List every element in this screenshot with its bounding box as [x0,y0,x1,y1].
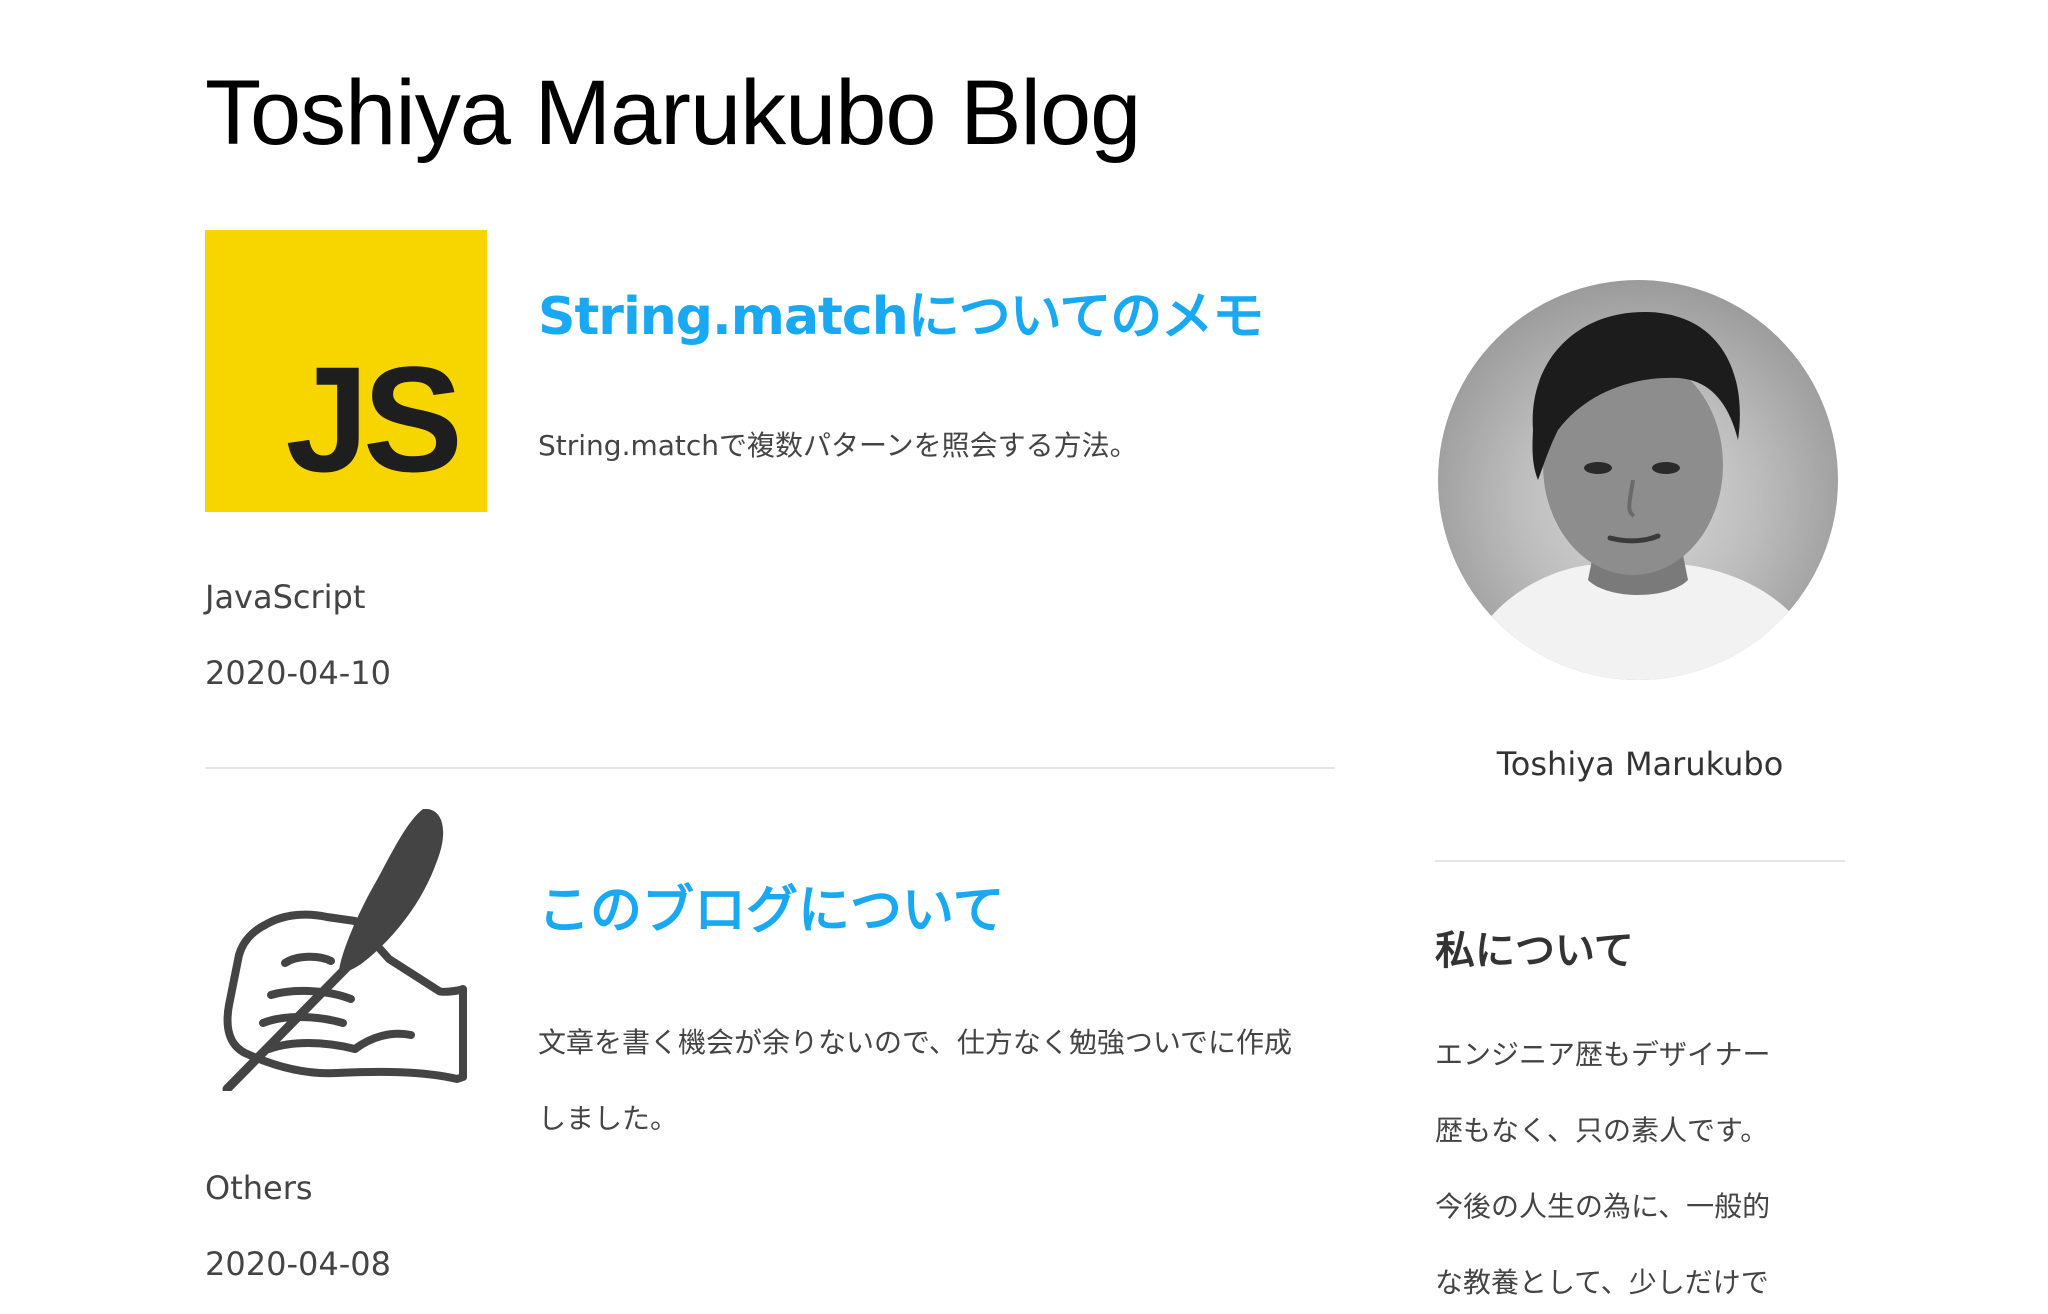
post-title-link[interactable]: String.matchについてのメモ [538,286,1264,348]
about-heading: 私について [1435,928,1634,974]
post-excerpt: String.matchで複数パターンを照会する方法。 [538,429,1138,462]
post-list: JS String.matchについてのメモ String.matchで複数パタ… [205,230,1335,1314]
author-avatar [1438,280,1838,680]
hand-writing-quill-icon[interactable] [205,808,487,1094]
post-title-link[interactable]: このブログについて [538,880,1004,942]
post-category[interactable]: Others [205,1169,313,1207]
about-text: エンジニア歴もデザイナー 歴もなく、只の素人です。 今後の人生の為に、一般的 な… [1435,1038,1771,1299]
post-excerpt: 文章を書く機会が余りないので、仕方なく勉強ついでに作成しました。 [538,1026,1293,1135]
javascript-logo-icon[interactable]: JS [205,230,487,512]
post-card: このブログについて 文章を書く機会が余りないので、仕方なく勉強ついでに作成しまし… [205,769,1335,1314]
post-date: 2020-04-10 [205,654,391,692]
divider [1435,860,1845,862]
javascript-logo-text: JS [285,335,464,503]
author-name: Toshiya Marukubo [1496,745,1784,783]
post-category[interactable]: JavaScript [205,578,365,616]
blog-title[interactable]: Toshiya Marukubo Blog [205,58,1141,168]
post-card: JS String.matchについてのメモ String.matchで複数パタ… [205,230,1335,769]
post-date: 2020-04-08 [205,1245,391,1283]
